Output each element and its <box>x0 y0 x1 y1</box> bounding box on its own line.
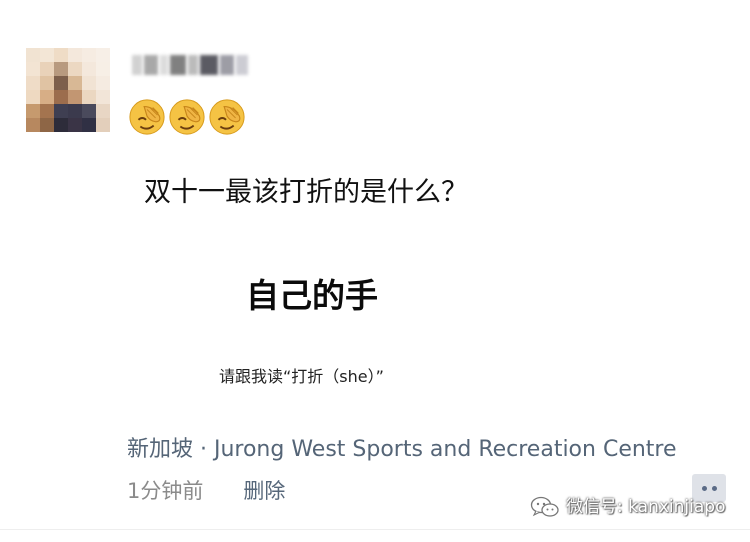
facepalm-emoji-icon <box>129 99 165 135</box>
post-timestamp: 1分钟前 <box>127 479 204 503</box>
wechat-logo-icon <box>530 496 559 517</box>
facepalm-emoji-icon <box>209 99 245 135</box>
divider <box>0 529 750 530</box>
facepalm-emoji-icon <box>169 99 205 135</box>
post-answer-text: 自己的手 <box>246 276 378 315</box>
post-meta-row: 1分钟前 删除 <box>127 476 285 506</box>
post-question-text: 双十一最该打折的是什么？ <box>144 177 468 208</box>
watermark: 微信号: kanxinjiapo <box>530 495 725 519</box>
comment-dots-icon <box>701 485 707 491</box>
author-name[interactable] <box>132 52 252 78</box>
comment-dots-icon-dot <box>711 485 717 491</box>
avatar[interactable] <box>26 48 110 132</box>
post-footnote-text: 请跟我读“打折（she）” <box>219 367 384 386</box>
delete-button[interactable]: 删除 <box>243 476 285 506</box>
location-link[interactable]: 新加坡 · Jurong West Sports and Recreation … <box>127 434 677 466</box>
emoji-row <box>128 98 246 136</box>
watermark-text: 微信号: kanxinjiapo <box>566 497 726 517</box>
